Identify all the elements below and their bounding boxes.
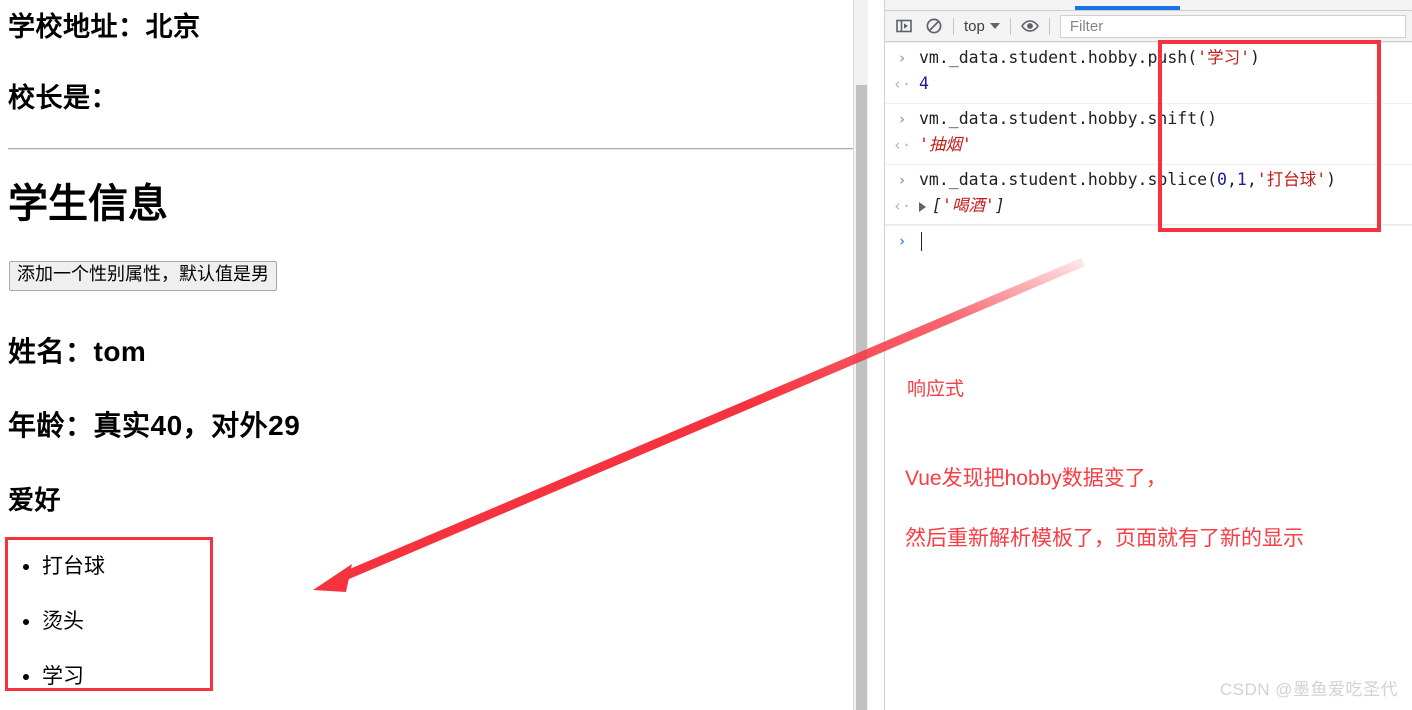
browser-page-pane: 学校地址：北京 校长是： 学生信息 添加一个性别属性，默认值是男 姓名：tom … <box>0 0 868 710</box>
execution-context-selector[interactable]: top <box>958 14 1006 38</box>
expand-object-triangle-icon[interactable] <box>919 201 926 212</box>
hobby-list-highlight-box: 打台球烫头学习 <box>5 537 213 691</box>
add-gender-attribute-button[interactable]: 添加一个性别属性，默认值是男 <box>9 261 277 291</box>
console-output-row[interactable]: ‹· 4 <box>885 73 1412 103</box>
hobby-heading: 爱好 <box>8 484 62 515</box>
principal-text: 校长是： <box>8 83 118 113</box>
hobby-list: 打台球烫头学习 <box>8 540 210 687</box>
console-output-row[interactable]: ‹· ['喝酒'] <box>885 195 1412 225</box>
hobby-list-item: 烫头 <box>42 611 210 632</box>
student-age-text: 年龄：真实40，对外29 <box>8 409 301 441</box>
annotation-reactive-label: 响应式 <box>907 379 965 400</box>
live-expression-button[interactable] <box>1015 13 1045 39</box>
console-active-prompt-row[interactable]: › <box>885 225 1412 256</box>
clear-console-icon <box>926 18 942 34</box>
console-prompt-input <box>919 230 922 252</box>
console-sidebar-icon <box>896 19 912 33</box>
console-input-expression: vm._data.student.hobby.push('学习') <box>919 48 1260 67</box>
student-info-heading: 学生信息 <box>8 182 168 226</box>
console-input-chevron-icon: › <box>897 171 907 189</box>
console-output-arrow-icon: ‹· <box>892 75 912 93</box>
execution-context-label: top <box>964 17 985 35</box>
clear-console-button[interactable] <box>919 13 949 39</box>
console-output-value: ['喝酒'] <box>919 195 1005 217</box>
devtools-tabstrip <box>885 0 1412 11</box>
console-output-arrow-icon: ‹· <box>892 136 912 154</box>
page-scrollbar-thumb[interactable] <box>856 85 867 710</box>
toolbar-separator-3 <box>1048 17 1050 35</box>
console-input-row[interactable]: › vm._data.student.hobby.shift() <box>885 103 1412 134</box>
toolbar-separator-2 <box>1009 17 1011 35</box>
console-input-expression: vm._data.student.hobby.shift() <box>919 109 1218 128</box>
text-cursor <box>921 232 922 251</box>
page-scrollbar-track[interactable] <box>853 0 868 710</box>
annotation-explanation-line2: 然后重新解析模板了，页面就有了新的显示 <box>905 527 1304 550</box>
annotation-explanation-line1: Vue发现把hobby数据变了， <box>905 467 1167 490</box>
console-sidebar-toggle-button[interactable] <box>889 13 919 39</box>
devtools-panel: top › vm._data.student.hobby.push('学习') ‹·… <box>884 0 1412 710</box>
annotation-explanation: Vue发现把hobby数据变了， 然后重新解析模板了，页面就有了新的显示 <box>905 434 1304 584</box>
school-address-text: 学校地址：北京 <box>8 12 201 42</box>
toolbar-separator-1 <box>953 17 954 35</box>
console-input-row[interactable]: › vm._data.student.hobby.push('学习') <box>885 42 1412 73</box>
console-input-chevron-icon: › <box>897 49 907 67</box>
active-tab-indicator <box>1075 6 1180 10</box>
console-input-expression: vm._data.student.hobby.splice(0,1,'打台球') <box>919 170 1337 189</box>
console-output-arrow-icon: ‹· <box>892 197 912 215</box>
console-filter-box[interactable] <box>1059 14 1406 38</box>
live-expression-eye-icon <box>1020 20 1039 32</box>
csdn-watermark: CSDN @墨鱼爱吃圣代 <box>1219 680 1398 699</box>
screenshot-root: 学校地址：北京 校长是： 学生信息 添加一个性别属性，默认值是男 姓名：tom … <box>0 0 1412 710</box>
hobby-list-item: 学习 <box>42 666 210 687</box>
console-log-area[interactable]: › vm._data.student.hobby.push('学习') ‹· 4 › vm… <box>885 42 1412 256</box>
hobby-list-item: 打台球 <box>42 556 210 577</box>
page-content: 学校地址：北京 校长是： 学生信息 添加一个性别属性，默认值是男 姓名：tom … <box>0 0 868 517</box>
console-input-chevron-icon: › <box>897 110 907 128</box>
console-filter-input[interactable] <box>1067 16 1398 36</box>
console-output-value: '抽烟' <box>919 135 972 154</box>
console-input-row[interactable]: › vm._data.student.hobby.splice(0,1,'打台球'… <box>885 164 1412 195</box>
console-prompt-chevron-icon: › <box>897 232 907 250</box>
chevron-down-icon <box>989 23 1000 29</box>
console-output-row[interactable]: ‹· '抽烟' <box>885 134 1412 164</box>
console-toolbar: top <box>885 11 1412 42</box>
console-output-value: 4 <box>919 74 929 93</box>
student-name-text: 姓名：tom <box>8 335 147 367</box>
